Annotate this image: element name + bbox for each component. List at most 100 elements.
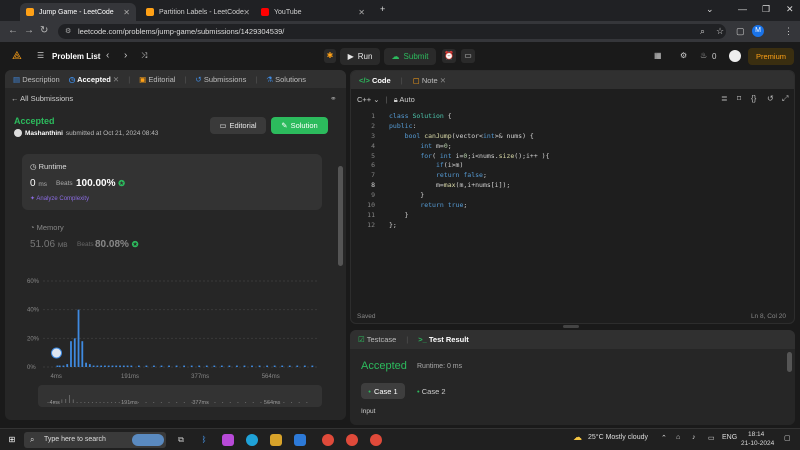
gear-icon[interactable]: ⚙ — [680, 51, 687, 60]
code-line[interactable]: 10 return true; — [361, 201, 550, 211]
code-line[interactable]: 3 bool canJump(vector<int>& nums) { — [361, 132, 550, 142]
chart-bar[interactable] — [266, 365, 268, 367]
chart-bar[interactable] — [122, 365, 125, 367]
chart-bar[interactable] — [220, 365, 223, 367]
minimize-icon[interactable]: — — [738, 4, 747, 14]
chart-bar[interactable] — [73, 338, 76, 367]
maximize-icon[interactable]: ❐ — [762, 4, 770, 15]
chart-bar[interactable] — [100, 365, 103, 367]
chart-bar[interactable] — [168, 365, 170, 367]
runtime-distribution-chart[interactable]: 60% 40% 20% 0% 4ms 191ms 377ms 564ms — [23, 275, 323, 387]
weather-icon[interactable]: ☁ — [573, 432, 582, 443]
run-button[interactable]: ▶ Run — [340, 48, 380, 65]
link-icon[interactable]: ⚭ — [330, 94, 337, 103]
close-icon[interactable]: ✕ — [358, 8, 365, 17]
fullscreen-icon[interactable]: ⤢ — [782, 94, 788, 104]
tab-testcase[interactable]: ☑ Testcase — [358, 335, 396, 344]
code-line[interactable]: 2 public: — [361, 122, 550, 132]
chart-bar[interactable] — [183, 365, 186, 367]
back-icon[interactable]: ← — [8, 25, 18, 36]
chart-bar[interactable] — [288, 365, 291, 367]
chart-bar[interactable] — [228, 365, 231, 367]
chart-bar[interactable] — [137, 365, 140, 367]
language-indicator[interactable]: ENG — [722, 434, 737, 441]
prev-problem-icon[interactable]: ‹ — [106, 50, 109, 61]
chart-bar[interactable] — [58, 365, 61, 367]
memory-label[interactable]: ◔ Memory — [30, 223, 64, 232]
profile-avatar[interactable]: M — [752, 25, 764, 37]
chart-bar[interactable] — [115, 365, 118, 367]
tab-accepted[interactable]: ◷ Accepted ✕ — [69, 75, 120, 84]
tab-search-icon[interactable]: ⌄ — [706, 4, 714, 15]
close-icon[interactable]: ✕ — [113, 75, 119, 84]
code-line[interactable]: 11 } — [361, 211, 550, 221]
chrome-icon[interactable] — [322, 434, 334, 446]
code-line[interactable]: 1 class Solution { — [361, 112, 550, 122]
solution-button[interactable]: ✎ Solution — [271, 117, 328, 134]
runtime-card[interactable]: ◷ Runtime 0 ms Beats 100.00% ✪ ✦ Analyze… — [22, 154, 322, 210]
edge-icon[interactable] — [246, 434, 258, 446]
chart-bar[interactable] — [130, 365, 133, 367]
browser-menu-icon[interactable]: ⋮ — [784, 26, 793, 37]
chart-bar[interactable] — [190, 365, 193, 367]
chart-range-slider[interactable]: 4ms 191ms 377ms 564ms — [38, 385, 322, 407]
chart-bar[interactable] — [70, 341, 72, 367]
store-icon[interactable] — [294, 434, 306, 446]
tray-expand-icon[interactable]: ⌃ — [661, 434, 667, 442]
chart-bar[interactable] — [311, 365, 314, 367]
code-line[interactable]: 4 int m=0; — [361, 142, 550, 152]
layout-icon[interactable]: ▦ — [654, 51, 662, 60]
close-icon[interactable]: ✕ — [123, 8, 130, 17]
clock-date[interactable]: 21-10-2024 — [741, 440, 774, 447]
bookmark-icon[interactable]: ⌑ — [737, 94, 741, 103]
code-line[interactable]: 8 m=max(m,i+nums[i]); — [361, 181, 550, 191]
chart-bar[interactable] — [62, 365, 65, 367]
new-tab-icon[interactable]: + — [380, 4, 385, 14]
chart-bar[interactable] — [153, 365, 155, 367]
close-icon[interactable]: ✕ — [440, 76, 446, 85]
chart-bar[interactable] — [198, 365, 201, 367]
copilot-icon[interactable] — [222, 434, 234, 446]
tab-description[interactable]: ▤ Description — [13, 75, 60, 84]
taskbar-search-input[interactable]: ⌕ Type here to search — [24, 432, 166, 448]
chart-bar[interactable] — [66, 364, 69, 367]
chart-bar[interactable] — [303, 365, 306, 367]
shuffle-icon[interactable]: ⤨ — [141, 51, 147, 61]
tab-code[interactable]: </> Code — [359, 76, 391, 85]
browser-tab-youtube[interactable]: YouTube ✕ — [255, 3, 371, 21]
zoom-icon[interactable]: ⌕ — [700, 26, 705, 37]
auto-toggle[interactable]: 🔒︎ Auto — [394, 95, 415, 104]
chart-bar[interactable] — [92, 365, 95, 367]
tab-submissions[interactable]: ↺ Submissions — [195, 75, 246, 84]
browser-tab-partition-labels[interactable]: Partition Labels - LeetCode ✕ — [140, 3, 256, 21]
tab-editorial[interactable]: ▣ Editorial — [139, 75, 175, 84]
user-submission-marker[interactable] — [51, 347, 63, 359]
code-line[interactable]: 6 if(i>m) — [361, 161, 550, 171]
problem-list-link[interactable]: Problem List — [52, 52, 100, 61]
chart-bar[interactable] — [85, 362, 87, 367]
chart-bar[interactable] — [258, 365, 261, 367]
close-icon[interactable]: ✕ — [243, 8, 250, 17]
chart-bar[interactable] — [111, 365, 114, 367]
premium-button[interactable]: Premium — [748, 48, 794, 65]
chart-bar[interactable] — [126, 365, 129, 367]
timer-icon[interactable]: ⏰ — [442, 49, 456, 63]
notification-icon[interactable]: ▢ — [784, 434, 791, 442]
network-icon[interactable]: ⌂ — [676, 434, 680, 441]
weather-text[interactable]: 25°C Mostly cloudy — [588, 434, 648, 441]
code-line[interactable]: 9 } — [361, 191, 550, 201]
tab-solutions[interactable]: ⚗ Solutions — [266, 75, 306, 84]
code-editor[interactable]: 1 class Solution {2 public: 3 bool canJump(… — [361, 112, 550, 231]
clock-time[interactable]: 18:14 — [748, 431, 764, 438]
user-avatar[interactable] — [729, 50, 741, 62]
code-line[interactable]: 5 for( int i=0;i<nums.size();i++ ){ — [361, 152, 549, 162]
analyze-complexity-link[interactable]: ✦ Analyze Complexity — [30, 195, 89, 202]
task-view-icon[interactable]: ⧉ — [175, 434, 187, 446]
file-explorer-icon[interactable] — [270, 434, 282, 446]
site-info-icon[interactable]: ⚙ — [65, 24, 71, 39]
chart-bar[interactable] — [119, 365, 121, 367]
format-icon[interactable]: ≣ — [721, 94, 728, 103]
chart-bar[interactable] — [77, 309, 80, 367]
reset-icon[interactable]: ↺ — [767, 94, 774, 103]
test-panel-scrollbar[interactable] — [787, 352, 792, 372]
